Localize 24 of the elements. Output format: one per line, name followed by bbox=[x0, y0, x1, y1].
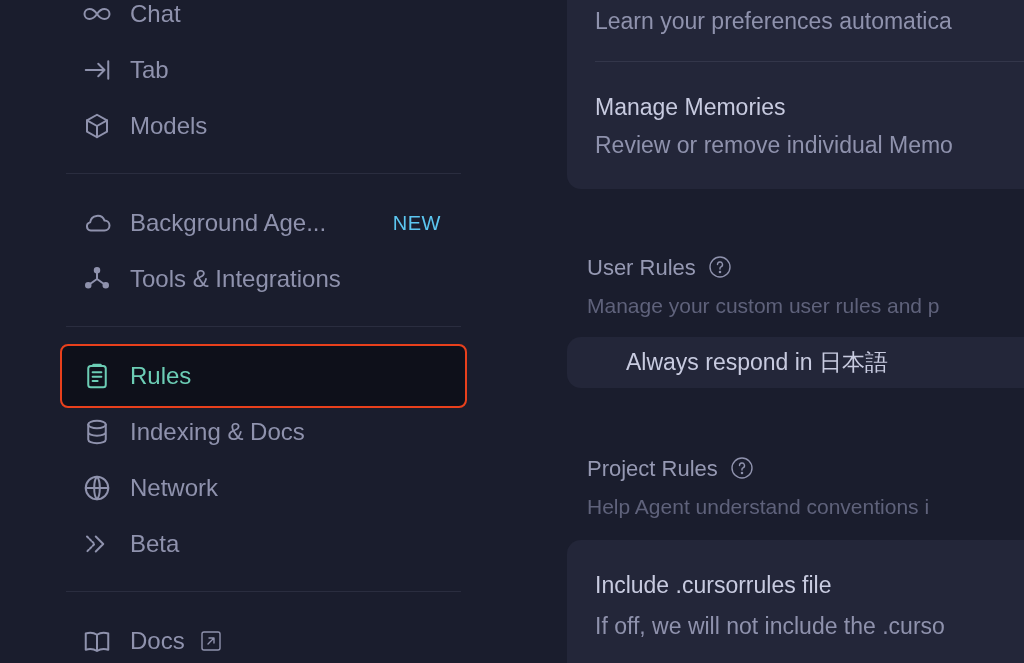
new-label: NEW bbox=[392, 211, 441, 236]
setting-description: If off, we will not include the .curso bbox=[595, 611, 946, 641]
sidebar-item[interactable]: Network bbox=[66, 460, 461, 516]
user-rule-card[interactable]: Always respond in 日本語 bbox=[567, 337, 1024, 388]
sidebar-item[interactable]: Tools & Integrations bbox=[66, 251, 461, 307]
sidebar-item[interactable]: Background Age... NEW bbox=[66, 195, 461, 251]
setting-title: Include .cursorrules file bbox=[595, 571, 833, 600]
sidebar-item[interactable]: Chat bbox=[66, 0, 461, 42]
setting-title: Manage Memories bbox=[595, 92, 787, 122]
sidebar-item[interactable]: Indexing & Docs bbox=[66, 404, 461, 460]
section-title: User Rules bbox=[587, 253, 696, 282]
help-icon[interactable] bbox=[729, 456, 754, 480]
sidebar-item[interactable]: Tab bbox=[66, 42, 461, 98]
section-description: Help Agent understand conventions i bbox=[587, 493, 931, 520]
sidebar-item[interactable]: Beta bbox=[66, 516, 461, 572]
section-description: Manage your custom user rules and p bbox=[587, 292, 941, 319]
setting-description: Learn your preferences automatica bbox=[595, 7, 953, 36]
sidebar-item[interactable]: Docs bbox=[66, 613, 461, 663]
sidebar-item[interactable]: Models bbox=[66, 98, 461, 154]
globe-icon bbox=[82, 473, 112, 503]
setting-description: Review or remove individual Memo bbox=[595, 131, 954, 160]
section-title: Project Rules bbox=[587, 454, 718, 483]
help-icon[interactable] bbox=[707, 255, 732, 279]
sidebar-item[interactable]: Rules bbox=[62, 346, 465, 406]
